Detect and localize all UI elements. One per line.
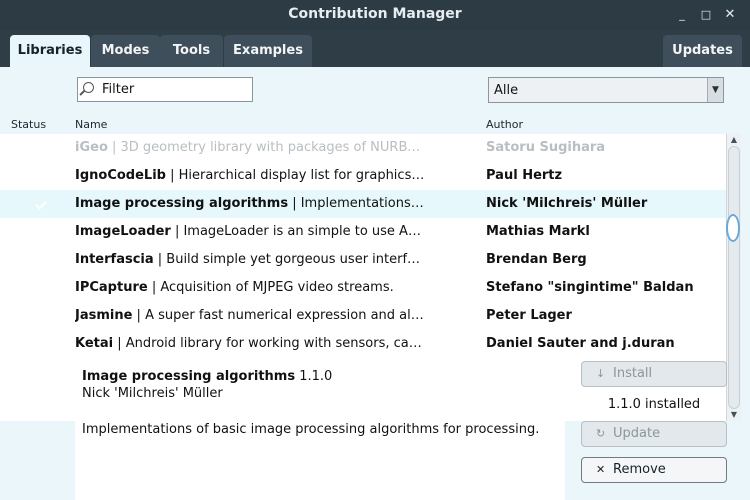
details-description: Implementations of basic image processin… [82,422,540,437]
library-author: Mathias Markl [486,224,590,239]
library-name: iGeo [75,140,108,155]
download-icon: ↓ [596,367,606,380]
minimize-icon[interactable]: _ [673,6,691,24]
column-name[interactable]: Name [75,118,107,131]
list-item[interactable]: Ketai | Android library for working with… [0,330,726,358]
library-name: Ketai [75,336,114,351]
list-item[interactable]: Interfascia | Build simple yet gorgeous … [0,246,726,274]
column-headers: Status Name Author [0,117,750,134]
library-description: | A super fast numerical expression and … [136,308,427,323]
status-indicator [34,197,49,212]
library-author: Brendan Berg [486,252,587,267]
details-version: 1.1.0 [299,369,333,384]
library-author: Nick 'Milchreis' Müller [486,196,648,211]
tab-modes[interactable]: Modes [91,35,160,67]
library-author: Peter Lager [486,308,572,323]
category-value: Alle [494,83,519,98]
library-description: | 3D geometry library with packages of N… [112,140,427,155]
library-author: Paul Hertz [486,168,563,183]
tab-examples[interactable]: Examples [224,35,312,67]
library-author: Daniel Sauter and j.duran [486,336,675,351]
details-author: Nick 'Milchreis' Müller [82,386,223,401]
tab-tools[interactable]: Tools [160,35,223,67]
install-button[interactable]: ↓ Install [581,361,727,387]
chevron-down-icon[interactable]: ▼ [707,78,723,102]
details-title: Image processing algorithms 1.1.0 [82,369,332,384]
libraries-panel: Filter Alle ▼ Status Name Author iGeo | … [0,67,750,500]
library-description: | Implementations of basic ... [292,196,427,211]
installed-version-text: 1.1.0 installed [607,397,701,412]
update-label: Update [613,426,661,441]
remove-icon: ✕ [596,463,606,476]
library-description: | Hierarchical display list for graphics… [170,168,427,183]
update-button[interactable]: ↻ Update [581,421,727,447]
list-item[interactable]: IPCapture | Acquisition of MJPEG video s… [0,274,726,302]
library-name: IgnoCodeLib [75,168,166,183]
library-name: ImageLoader [75,224,171,239]
scroll-down-icon[interactable]: ▼ [727,409,741,421]
scrollbar-thumb[interactable] [726,214,740,242]
library-description: | Acquisition of MJPEG video streams. [147,280,394,295]
filter-input[interactable]: Filter [77,77,253,102]
close-icon[interactable]: ✕ [721,6,739,24]
tab-updates[interactable]: Updates [663,35,742,67]
library-description: | ImageLoader is an simple to use API to… [174,224,427,239]
library-description: | Build simple yet gorgeous user interfa… [153,252,427,267]
library-author: Stefano "singintime" Baldan [486,280,694,295]
list-item[interactable]: IgnoCodeLib | Hierarchical display list … [0,162,726,190]
library-name: Image processing algorithms [75,196,289,211]
details-name: Image processing algorithms [82,369,296,384]
list-item[interactable]: Image processing algorithms | Implementa… [0,190,726,218]
scroll-up-icon[interactable]: ▲ [727,134,741,146]
library-author: Satoru Sugihara [486,140,606,155]
filter-placeholder: Filter [102,82,135,97]
refresh-icon: ↻ [596,427,606,440]
window-title: Contribution Manager [288,6,462,22]
remove-label: Remove [613,462,666,477]
list-item[interactable]: iGeo | 3D geometry library with packages… [0,134,726,162]
tab-libraries[interactable]: Libraries [10,35,90,67]
title-bar: Contribution Manager _ □ ✕ [0,0,750,30]
install-label: Install [613,366,653,381]
list-scrollbar[interactable]: ▲ ▼ [726,134,741,421]
search-icon [83,82,94,93]
column-status[interactable]: Status [11,118,46,131]
library-name: IPCapture [75,280,148,295]
library-name: Jasmine [75,308,133,323]
category-select[interactable]: Alle ▼ [488,77,724,103]
library-name: Interfascia [75,252,154,267]
library-description: | Android library for working with senso… [117,336,427,351]
tab-bar: Libraries Modes Tools Examples Updates [0,30,750,67]
column-author[interactable]: Author [486,118,523,131]
details-pane: Image processing algorithms 1.1.0 Nick '… [75,361,565,500]
list-item[interactable]: ImageLoader | ImageLoader is an simple t… [0,218,726,246]
maximize-icon[interactable]: □ [697,6,715,24]
list-item[interactable]: Jasmine | A super fast numerical express… [0,302,726,330]
remove-button[interactable]: ✕ Remove [581,457,727,483]
scrollbar-track[interactable] [728,146,740,409]
